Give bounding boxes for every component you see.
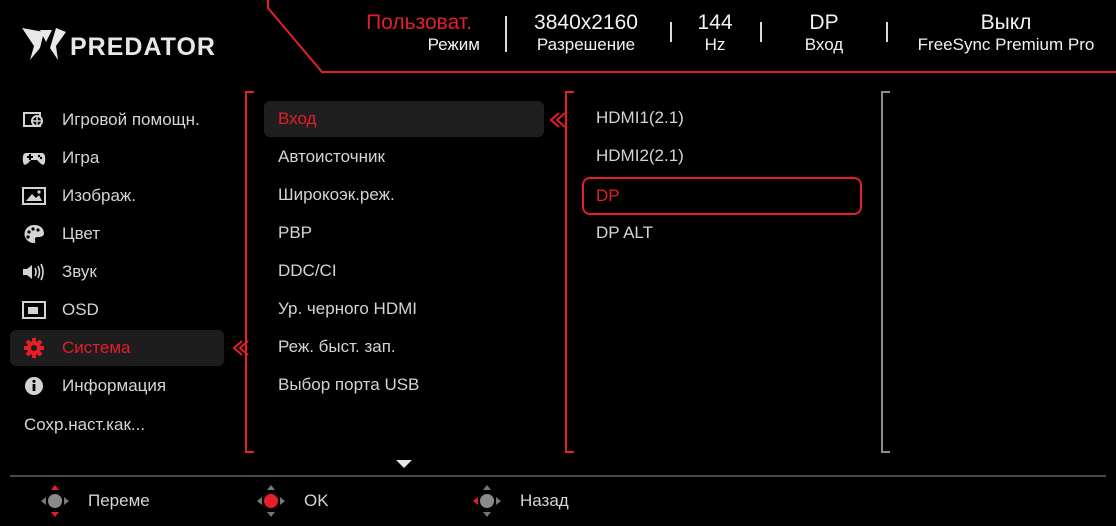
submenu-item-ddc-ci[interactable]: DDC/CI bbox=[264, 253, 544, 289]
active-chevron-icon bbox=[232, 340, 249, 356]
submenu-item-label: Реж. быст. зап. bbox=[278, 337, 396, 356]
refresh-value: 144 bbox=[697, 11, 733, 34]
logo-text: PREDATOR bbox=[70, 33, 216, 61]
freesync-status: Выкл FreeSync Premium Pro bbox=[900, 12, 1112, 54]
submenu-item-label: Ур. черного HDMI bbox=[278, 299, 417, 318]
sidebar-item-label: OSD bbox=[62, 300, 99, 319]
refresh-label: Hz bbox=[704, 35, 726, 54]
scroll-down-icon bbox=[396, 460, 412, 468]
option-hdmi2[interactable]: HDMI2(2.1) bbox=[582, 138, 862, 174]
sidebar-item-label: Система bbox=[62, 338, 131, 357]
active-chevron-icon bbox=[549, 112, 566, 128]
sidebar-item-label: Цвет bbox=[62, 224, 101, 243]
ok-label: OK bbox=[304, 491, 329, 510]
option-label: DP bbox=[596, 186, 620, 205]
palette-icon bbox=[22, 224, 46, 244]
submenu-item-wide-mode[interactable]: Широкоэк.реж. bbox=[264, 177, 544, 213]
submenu-item-label: Автоисточник bbox=[278, 147, 385, 166]
resolution-status: 3840x2160 Разрешение bbox=[516, 12, 656, 54]
gaming-assistant-icon bbox=[22, 110, 46, 130]
resolution-label: Разрешение bbox=[536, 35, 636, 54]
input-value: DP bbox=[809, 11, 839, 34]
submenu-item-usb-port-select[interactable]: Выбор порта USB bbox=[264, 367, 544, 403]
save-settings-as-item[interactable]: Сохр.наст.как... bbox=[24, 415, 145, 435]
footer-divider bbox=[10, 475, 1106, 477]
option-label: HDMI2(2.1) bbox=[596, 146, 684, 165]
header-divider bbox=[886, 22, 888, 42]
input-status: DP Вход bbox=[788, 12, 860, 54]
predator-logo: PREDATOR bbox=[20, 24, 245, 64]
input-label: Вход bbox=[804, 35, 844, 54]
sidebar-item-label: Звук bbox=[62, 262, 97, 281]
submenu-item-label: Вход bbox=[278, 109, 317, 128]
sidebar-item-osd[interactable]: OSD bbox=[10, 292, 224, 328]
sidebar-item-picture[interactable]: Изображ. bbox=[10, 178, 224, 214]
mode-label: Режим bbox=[427, 35, 480, 54]
mode-status: Пользоват. Режим bbox=[352, 12, 486, 54]
freesync-label: FreeSync Premium Pro bbox=[917, 35, 1095, 54]
submenu-item-label: Выбор порта USB bbox=[278, 375, 420, 394]
submenu-item-hdmi-black-level[interactable]: Ур. черного HDMI bbox=[264, 291, 544, 327]
osd-icon bbox=[22, 300, 46, 320]
picture-icon bbox=[22, 186, 46, 206]
resolution-value: 3840x2160 bbox=[534, 11, 638, 34]
back-label: Назад bbox=[520, 491, 569, 510]
option-hdmi1[interactable]: HDMI1(2.1) bbox=[582, 100, 862, 136]
joystick-back-icon bbox=[470, 484, 504, 518]
joystick-press-icon bbox=[254, 484, 288, 518]
mode-value: Пользоват. bbox=[366, 11, 472, 34]
option-label: HDMI1(2.1) bbox=[596, 108, 684, 127]
sidebar-item-label: Информация bbox=[62, 376, 167, 395]
sidebar-item-label: Игровой помощн. bbox=[62, 110, 200, 129]
speaker-icon bbox=[22, 262, 46, 282]
joystick-move-icon bbox=[38, 484, 72, 518]
submenu-item-quick-start-mode[interactable]: Реж. быст. зап. bbox=[264, 329, 544, 365]
sidebar-item-sound[interactable]: Звук bbox=[10, 254, 224, 290]
header-divider bbox=[760, 22, 762, 42]
sidebar-item-label: Игра bbox=[62, 148, 100, 167]
submenu-item-pbp[interactable]: PBP bbox=[264, 215, 544, 251]
sidebar-item-gaming-assistant[interactable]: Игровой помощн. bbox=[10, 102, 224, 138]
sidebar-item-information[interactable]: Информация bbox=[10, 368, 224, 404]
header-divider bbox=[505, 16, 507, 52]
submenu-item-label: Широкоэк.реж. bbox=[278, 185, 395, 204]
sidebar-item-color[interactable]: Цвет bbox=[10, 216, 224, 252]
submenu-item-label: DDC/CI bbox=[278, 261, 337, 280]
refresh-status: 144 Hz bbox=[684, 12, 746, 54]
gear-icon bbox=[22, 338, 46, 358]
option-label: DP ALT bbox=[596, 223, 654, 242]
submenu-item-label: PBP bbox=[278, 223, 313, 242]
submenu-item-auto-source[interactable]: Автоисточник bbox=[264, 139, 544, 175]
sidebar-item-system[interactable]: Система bbox=[10, 330, 224, 366]
header-divider bbox=[670, 22, 672, 42]
option-dp-alt[interactable]: DP ALT bbox=[582, 215, 862, 251]
sidebar-item-game[interactable]: Игра bbox=[10, 140, 224, 176]
freesync-value: Выкл bbox=[980, 11, 1032, 34]
info-icon bbox=[22, 376, 46, 396]
submenu-item-input[interactable]: Вход bbox=[264, 101, 544, 137]
navigate-label: Переме bbox=[88, 491, 150, 510]
sidebar-item-label: Изображ. bbox=[62, 186, 137, 205]
gamepad-icon bbox=[22, 148, 46, 168]
option-dp[interactable]: DP bbox=[582, 177, 862, 215]
